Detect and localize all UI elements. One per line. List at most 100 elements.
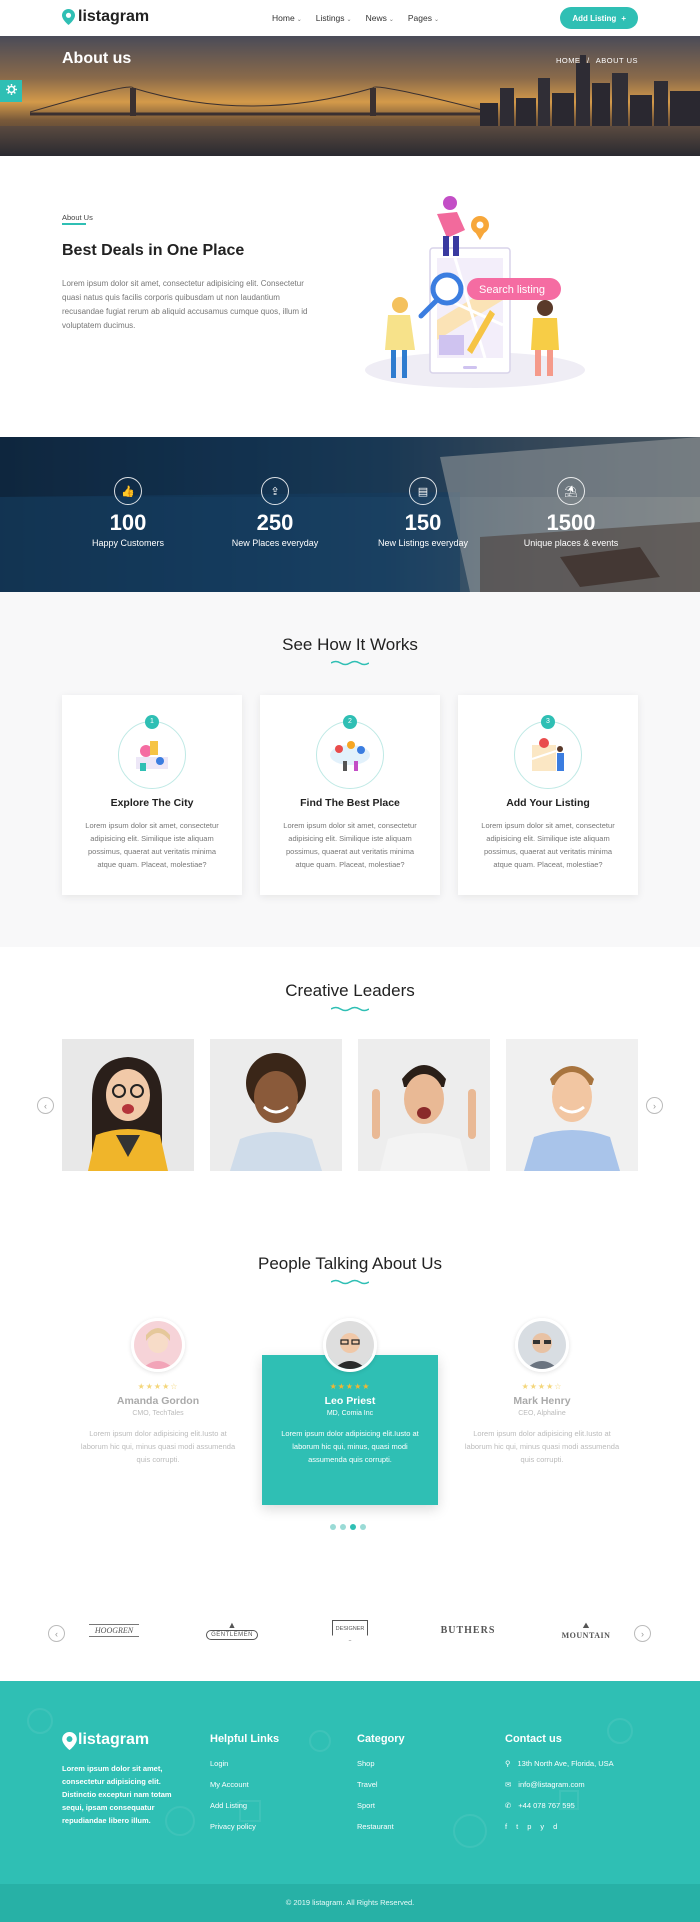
step-card: 2 Find The Best Place Lorem ipsum dolor … [260,695,440,895]
site-header: listagram Home ⌄ Listings ⌄ News ⌄ Pages ⌄ A… [0,0,700,36]
footer-category-travel[interactable]: Travel [357,1780,405,1789]
brand-logo: ▲ GENTLEMEN [192,1616,272,1644]
settings-toggle[interactable] [0,80,22,102]
testimonial-card[interactable]: ★★★★☆ Amanda Gordon CMO, TechTales Lorem… [70,1318,246,1466]
footer-contact: Contact us ⚲ 13th North Ave, Florida, USA… [505,1733,614,1831]
breadcrumb-separator: / [587,56,590,65]
carousel-next-button[interactable]: › [646,1097,663,1114]
testimonial-role: CEO, Alphaline [518,1410,566,1417]
nav-item-news[interactable]: News ⌄ [366,13,394,23]
stat-label: New Listings everyday [377,538,469,548]
mountain-icon: ⛰ [582,1620,590,1630]
leader-photo[interactable] [506,1039,638,1171]
world-map-pins-icon [316,721,384,789]
nav-item-home[interactable]: Home ⌄ [272,13,302,23]
footer-logo-text: listagram [78,1731,150,1748]
testimonial-role: MD, Comia Inc [326,1410,374,1417]
add-listing-button[interactable]: Add Listing + [560,7,638,29]
leaders-title: Creative Leaders [285,981,415,1000]
brands-prev-button[interactable]: ‹ [48,1625,65,1642]
footer-category-restaurant[interactable]: Restaurant [357,1822,405,1831]
stat-label: Unique places & events [523,538,619,548]
testimonial-card[interactable]: ★★★★★ Leo Priest MD, Comia Inc Lorem ips… [262,1318,438,1466]
testimonials-title: People Talking About Us [258,1254,442,1273]
testimonial-name: Leo Priest [324,1395,376,1407]
stat-value: 1500 [546,510,596,535]
island-icon: ⛱ [557,477,585,505]
page-title: About us [62,50,132,67]
water [0,126,700,156]
brand-logo: ⛰ MOUNTAIN [546,1616,626,1644]
leader-photo[interactable] [62,1039,194,1171]
footer-link-add-listing[interactable]: Add Listing [210,1801,279,1810]
stat-value: 150 [404,510,442,535]
brands-next-button[interactable]: › [634,1625,651,1642]
nav-item-pages[interactable]: Pages ⌄ [408,13,439,23]
avatar [515,1318,569,1372]
stat-value: 100 [109,510,147,535]
stat-unique-places: ⛱ 1500 Unique places & events [496,477,646,548]
book-icon: ▤ [409,477,437,505]
testimonial-role: CMO, TechTales [132,1410,184,1417]
chevron-down-icon: ⌄ [433,17,440,23]
carousel-dot[interactable] [330,1524,336,1530]
thumbs-up-icon: 👍 [114,477,142,505]
breadcrumb-current: ABOUT US [595,56,638,65]
copyright-bar: © 2019 listagram. All Rights Reserved. [0,1884,700,1922]
chevron-down-icon: ⌄ [388,17,394,23]
footer-category-shop[interactable]: Shop [357,1759,405,1768]
step-number: 2 [343,715,357,729]
add-listing-label: Add Listing [572,13,617,23]
main-nav: Home ⌄ Listings ⌄ News ⌄ Pages ⌄ [272,13,439,23]
nav-item-listings[interactable]: Listings ⌄ [316,13,352,23]
footer-categories: Category Shop Travel Sport Restaurant [357,1733,405,1843]
carousel-prev-button[interactable]: ‹ [37,1097,54,1114]
footer-category-sport[interactable]: Sport [357,1801,405,1810]
footer-link-login[interactable]: Login [210,1759,279,1768]
map-pin-icon [62,9,75,25]
footer-email[interactable]: ✉ info@listagram.com [505,1780,614,1789]
avatar [323,1318,377,1372]
testimonial-card[interactable]: ★★★★☆ Mark Henry CEO, Alphaline Lorem ip… [454,1318,630,1466]
rating-stars: ★★★★☆ [521,1382,563,1391]
carousel-dot-active[interactable] [350,1524,356,1530]
plus-icon: + [621,13,626,23]
pinterest-icon[interactable]: p [527,1822,531,1831]
brand-name: GENTLEMEN [206,1630,258,1640]
title-wave-divider [331,660,369,666]
testimonial-text: Lorem ipsum dolor adipisicing elit.Iusto… [80,1429,236,1464]
stat-value: 250 [256,510,294,535]
logo-text: listagram [78,8,150,25]
footer-phone[interactable]: ✆ +44 078 767 595 [505,1801,614,1810]
nav-label: Home [272,13,295,23]
breadcrumb-home[interactable]: HOME [556,56,581,65]
brand-logo: HOOGREN [74,1616,154,1644]
carousel-dot[interactable] [340,1524,346,1530]
youtube-icon[interactable]: y [540,1822,544,1831]
step-title: Explore The City [110,797,194,809]
site-logo[interactable]: listagram [62,8,149,26]
chevron-down-icon: ⌄ [346,17,352,23]
add-listing-map-icon [514,721,582,789]
step-text: Lorem ipsum dolor sit amet, consectetur … [283,821,417,869]
brand-name: BUTHERS [440,1624,496,1636]
email-text: info@listagram.com [518,1780,585,1789]
footer-link-privacy[interactable]: Privacy policy [210,1822,279,1831]
footer-logo[interactable]: listagram [62,1731,150,1750]
twitter-icon[interactable]: t [516,1822,518,1831]
dribbble-icon[interactable]: d [553,1822,557,1831]
leader-photo[interactable] [358,1039,490,1171]
leader-photo[interactable] [210,1039,342,1171]
illustration-search-text: Search listing [479,284,545,296]
brand-name: HOOGREN [88,1623,140,1637]
rating-stars: ★★★★★ [329,1382,371,1391]
carousel-dot[interactable] [360,1524,366,1530]
stat-label: New Places everyday [231,538,319,548]
hat-icon: ▲ [227,1620,237,1630]
step-title: Find The Best Place [300,797,400,809]
carousel-dots [330,1524,366,1530]
step-title: Add Your Listing [506,797,590,809]
facebook-icon[interactable]: f [505,1822,507,1831]
phone-icon: ✆ [505,1801,512,1810]
footer-link-my-account[interactable]: My Account [210,1780,279,1789]
